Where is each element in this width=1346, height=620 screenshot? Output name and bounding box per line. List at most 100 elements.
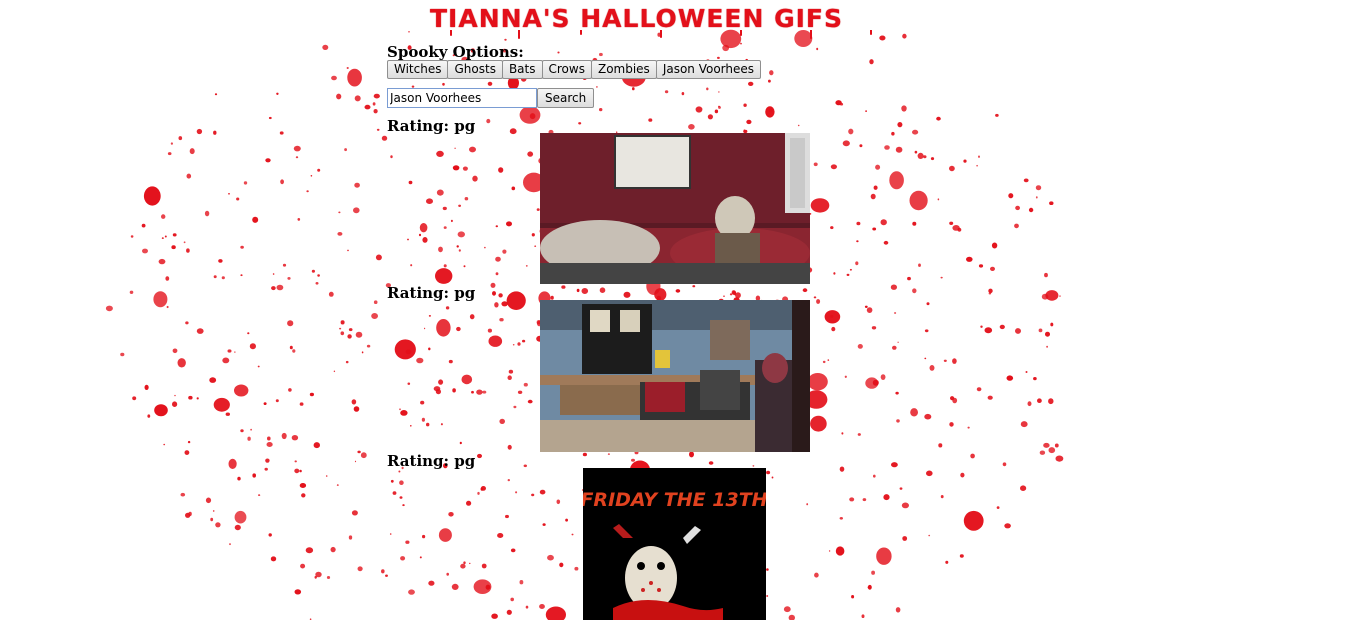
blood-drop xyxy=(734,293,736,296)
blood-drop xyxy=(486,118,491,124)
blood-drop xyxy=(872,379,879,386)
blood-drop xyxy=(293,145,301,152)
blood-drop xyxy=(717,56,720,60)
blood-drop xyxy=(571,533,574,536)
blood-drop xyxy=(348,328,353,332)
blood-drop xyxy=(459,441,462,445)
blood-drop xyxy=(788,614,795,620)
blood-drop xyxy=(746,119,752,125)
blood-drop xyxy=(542,523,546,526)
blood-drop xyxy=(511,186,516,191)
blood-drop xyxy=(218,259,223,263)
search-input[interactable] xyxy=(387,88,537,108)
blood-drop xyxy=(1048,447,1056,454)
blood-drop xyxy=(422,534,426,539)
blood-drop xyxy=(926,302,930,306)
blood-drop xyxy=(416,357,424,364)
blood-drop xyxy=(688,124,695,130)
blood-drop xyxy=(196,397,199,400)
blood-drop xyxy=(247,332,250,335)
blood-drop xyxy=(234,384,249,397)
blood-drop xyxy=(929,365,935,371)
blood-drop xyxy=(769,70,774,76)
blood-drop xyxy=(813,162,818,167)
blood-drop xyxy=(187,440,191,444)
blood-drop xyxy=(450,219,453,223)
witches-button[interactable]: Witches xyxy=(387,60,449,79)
blood-drop xyxy=(976,164,978,167)
blood-drop xyxy=(428,315,431,317)
blood-drop xyxy=(940,495,944,499)
blood-drop xyxy=(822,360,826,364)
blood-drop xyxy=(1059,295,1061,297)
blood-drop xyxy=(443,226,447,229)
blood-drop xyxy=(280,179,284,185)
blood-drop xyxy=(978,264,984,268)
blood-drop xyxy=(539,604,545,609)
blood-drop xyxy=(966,256,973,262)
blood-drop xyxy=(353,406,360,412)
blood-drop xyxy=(1043,442,1050,448)
blood-drop xyxy=(507,375,512,381)
blood-drop xyxy=(456,326,461,332)
blood-drop xyxy=(924,329,929,333)
blood-drop xyxy=(344,148,347,152)
blood-drop xyxy=(398,470,401,473)
blood-drop xyxy=(880,374,886,380)
blood-drop xyxy=(867,586,871,589)
blood-drop xyxy=(196,328,204,334)
blood-drop xyxy=(258,494,261,496)
blood-drop xyxy=(499,318,504,322)
blood-drop xyxy=(306,190,309,193)
blood-drop xyxy=(988,292,992,295)
search-button[interactable]: Search xyxy=(537,88,595,108)
blood-drop xyxy=(276,284,284,291)
blood-drop xyxy=(141,223,146,228)
ghosts-button[interactable]: Ghosts xyxy=(447,60,503,79)
blood-drop xyxy=(556,499,561,505)
blood-drop xyxy=(806,503,809,506)
crows-button[interactable]: Crows xyxy=(541,60,592,79)
blood-drop xyxy=(172,401,178,408)
blood-drop xyxy=(436,150,444,157)
blood-drop xyxy=(766,470,771,475)
blood-drop xyxy=(229,543,231,546)
blood-drop xyxy=(428,347,431,351)
blood-drop xyxy=(452,388,456,393)
blood-drop xyxy=(1020,485,1027,492)
blood-drop xyxy=(458,249,461,252)
blood-drop xyxy=(311,269,315,273)
bats-button[interactable]: Bats xyxy=(501,60,543,79)
blood-drop xyxy=(464,197,469,201)
blood-drop xyxy=(291,435,299,441)
blood-drop xyxy=(827,359,830,361)
blood-drop xyxy=(599,52,603,57)
blood-drop xyxy=(899,487,903,490)
blood-drop xyxy=(507,444,512,450)
blood-drop xyxy=(692,285,696,288)
blood-drop xyxy=(807,373,828,391)
blood-drop xyxy=(857,433,861,436)
blood-drop xyxy=(928,534,931,537)
blood-drop xyxy=(428,580,435,586)
blood-drop xyxy=(499,418,506,424)
blood-drop xyxy=(883,240,889,245)
blood-drop xyxy=(438,528,452,542)
blood-drop xyxy=(399,480,404,486)
spooky-options-label: Spooky Options: xyxy=(387,43,524,61)
blood-drop xyxy=(221,276,225,280)
blood-drop xyxy=(143,186,161,206)
blood-drop xyxy=(456,245,459,248)
blood-drop xyxy=(315,571,322,578)
blood-drop xyxy=(506,291,526,311)
blood-drop xyxy=(771,476,774,479)
jason-voorhees-button[interactable]: Jason Voorhees xyxy=(655,60,762,79)
blood-drop xyxy=(1014,223,1019,229)
blood-drop xyxy=(1045,331,1050,337)
zombies-button[interactable]: Zombies xyxy=(590,60,657,79)
blood-drop xyxy=(300,563,306,569)
blood-drop xyxy=(163,443,166,446)
blood-drop xyxy=(557,51,560,54)
blood-drop xyxy=(339,327,342,330)
blood-drop xyxy=(237,476,241,481)
